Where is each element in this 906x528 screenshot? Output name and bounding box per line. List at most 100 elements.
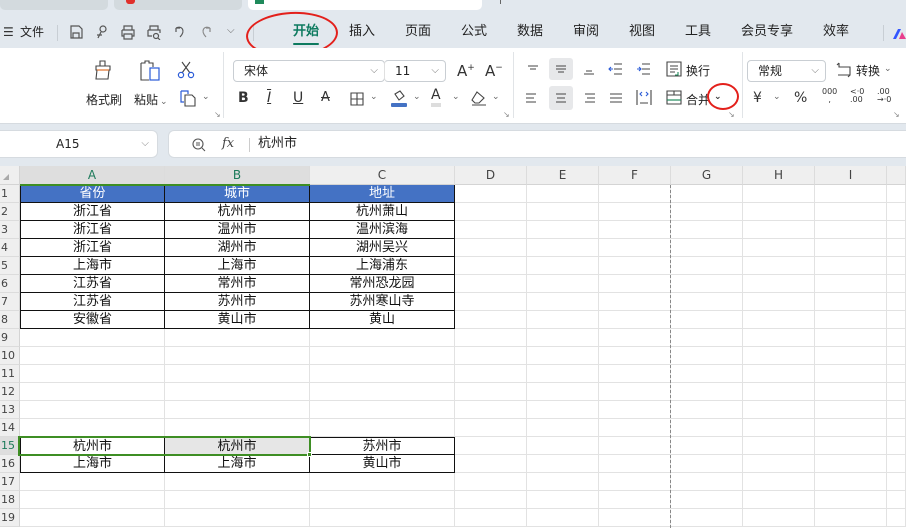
cell-A2[interactable]: 浙江省	[20, 203, 165, 221]
cell-B6[interactable]: 常州市	[165, 275, 310, 293]
cell-C12[interactable]	[310, 383, 455, 401]
row-header-14[interactable]: 14	[0, 419, 20, 437]
cell-C11[interactable]	[310, 365, 455, 383]
spreadsheet-grid[interactable]: ABCDEFGHI 1 2 3 4 5 6 7 8 9 10 11 12 13 14 15 16 17 18 19 …	[0, 166, 906, 528]
cell-G15[interactable]	[671, 437, 743, 455]
cell-A9[interactable]	[20, 329, 165, 347]
cell-E5[interactable]	[527, 257, 599, 275]
cell-E7[interactable]	[527, 293, 599, 311]
cell-H2[interactable]	[743, 203, 815, 221]
paste-label[interactable]: 粘贴 ⌄	[134, 91, 168, 108]
cell-F1[interactable]	[599, 185, 671, 203]
cell-F5[interactable]	[599, 257, 671, 275]
bold-button[interactable]: B	[238, 90, 249, 106]
cell-A18[interactable]	[20, 491, 165, 509]
cell-I6[interactable]	[815, 275, 887, 293]
cell-D7[interactable]	[455, 293, 527, 311]
cell-E9[interactable]	[527, 329, 599, 347]
copy-icon[interactable]	[180, 90, 198, 108]
row-header-13[interactable]: 13	[0, 401, 20, 419]
print-preview-icon[interactable]	[146, 24, 162, 40]
cell-A8[interactable]: 安徽省	[20, 311, 165, 329]
font-color-dropdown-chevron-icon[interactable]: ⌄	[452, 92, 460, 102]
cell-E14[interactable]	[527, 419, 599, 437]
cell-F13[interactable]	[599, 401, 671, 419]
row-header-2[interactable]: 2	[0, 203, 20, 221]
number-format-select[interactable]: 常规 ⌵	[747, 60, 826, 82]
tab-home[interactable]: 开始	[293, 18, 320, 48]
cell-C5[interactable]: 上海浦东	[310, 257, 455, 275]
cell-A4[interactable]: 浙江省	[20, 239, 165, 257]
cell-D17[interactable]	[455, 473, 527, 491]
cell-C10[interactable]	[310, 347, 455, 365]
cell-A17[interactable]	[20, 473, 165, 491]
cell-D11[interactable]	[455, 365, 527, 383]
merge-cells-label[interactable]: 合并	[686, 91, 710, 108]
cell-G10[interactable]	[671, 347, 743, 365]
cell-A14[interactable]	[20, 419, 165, 437]
cell-D4[interactable]	[455, 239, 527, 257]
cell-I11[interactable]	[815, 365, 887, 383]
export-icon[interactable]	[94, 24, 110, 40]
hamburger-menu-icon[interactable]: ☰	[3, 25, 14, 39]
strikethrough-button[interactable]: A	[321, 90, 330, 105]
row-header-8[interactable]: 8	[0, 311, 20, 329]
cell-B11[interactable]	[165, 365, 310, 383]
row-header-10[interactable]: 10	[0, 347, 20, 365]
cell-B4[interactable]: 湖州市	[165, 239, 310, 257]
row-header-19[interactable]: 19	[0, 509, 20, 527]
cell-J12[interactable]	[887, 383, 906, 401]
cell-F12[interactable]	[599, 383, 671, 401]
cell-D9[interactable]	[455, 329, 527, 347]
cell-G17[interactable]	[671, 473, 743, 491]
cell-E6[interactable]	[527, 275, 599, 293]
cell-A10[interactable]	[20, 347, 165, 365]
tab-view[interactable]: 视图	[629, 18, 655, 48]
cell-B9[interactable]	[165, 329, 310, 347]
alignment-launcher-icon[interactable]: ↘	[728, 110, 735, 119]
number-launcher-icon[interactable]: ↘	[893, 110, 900, 119]
cell-I2[interactable]	[815, 203, 887, 221]
cell-C16[interactable]: 黄山市	[310, 455, 455, 473]
tab-insert[interactable]: 插入	[349, 18, 375, 48]
cell-J2[interactable]	[887, 203, 906, 221]
font-launcher-icon[interactable]: ↘	[503, 110, 510, 119]
cell-C14[interactable]	[310, 419, 455, 437]
browser-tab-1[interactable]	[0, 0, 108, 10]
cell-J17[interactable]	[887, 473, 906, 491]
column-header-B[interactable]: B	[165, 166, 310, 185]
cell-D5[interactable]	[455, 257, 527, 275]
cell-B18[interactable]	[165, 491, 310, 509]
cell-G18[interactable]	[671, 491, 743, 509]
cell-E11[interactable]	[527, 365, 599, 383]
cell-B3[interactable]: 温州市	[165, 221, 310, 239]
cell-B10[interactable]	[165, 347, 310, 365]
tab-efficiency[interactable]: 效率	[823, 18, 849, 48]
row-header-3[interactable]: 3	[0, 221, 20, 239]
cell-J4[interactable]	[887, 239, 906, 257]
cell-B17[interactable]	[165, 473, 310, 491]
percent-button[interactable]: %	[794, 90, 807, 106]
file-menu[interactable]: 文件	[20, 18, 44, 48]
cell-J8[interactable]	[887, 311, 906, 329]
cell-G4[interactable]	[671, 239, 743, 257]
cell-A3[interactable]: 浙江省	[20, 221, 165, 239]
row-header-16[interactable]: 16	[0, 455, 20, 473]
cell-D6[interactable]	[455, 275, 527, 293]
align-bottom-icon[interactable]	[582, 64, 596, 76]
cell-F18[interactable]	[599, 491, 671, 509]
row-header-7[interactable]: 7	[0, 293, 20, 311]
cell-G19[interactable]	[671, 509, 743, 527]
column-header-G[interactable]: G	[671, 166, 743, 185]
cell-D10[interactable]	[455, 347, 527, 365]
fill-color-dropdown-chevron-icon[interactable]: ⌄	[413, 92, 421, 102]
cell-E1[interactable]	[527, 185, 599, 203]
cell-A6[interactable]: 江苏省	[20, 275, 165, 293]
cell-I18[interactable]	[815, 491, 887, 509]
cell-H4[interactable]	[743, 239, 815, 257]
cell-H5[interactable]	[743, 257, 815, 275]
cell-I5[interactable]	[815, 257, 887, 275]
cell-F17[interactable]	[599, 473, 671, 491]
tab-formula[interactable]: 公式	[461, 18, 487, 48]
browser-tab-3-active[interactable]	[248, 0, 482, 10]
